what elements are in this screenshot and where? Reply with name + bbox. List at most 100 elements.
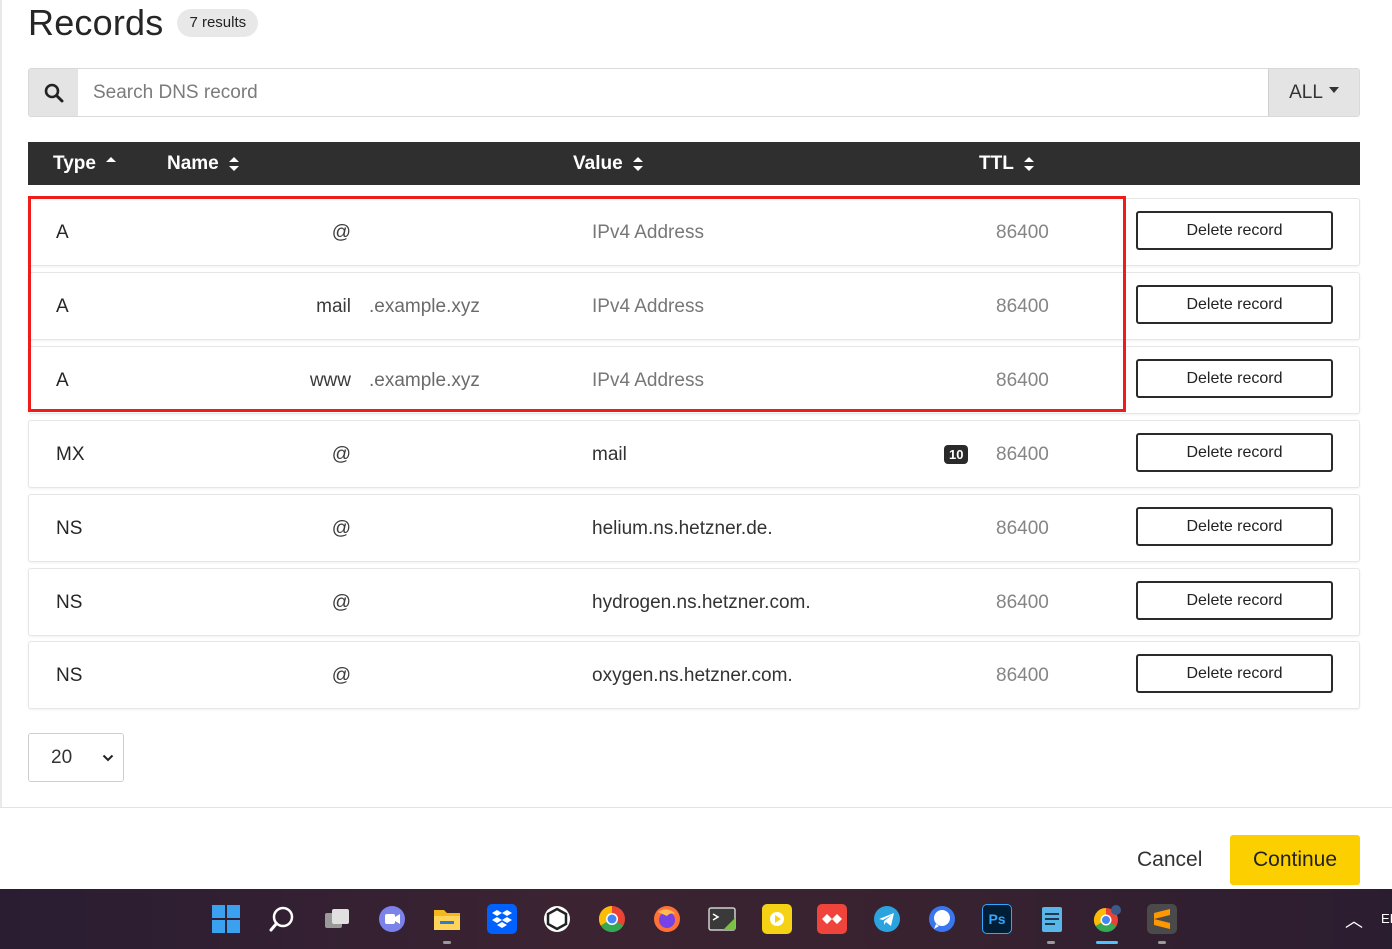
caret-down-icon [1328, 86, 1339, 93]
record-value[interactable]: IPv4 Address [592, 296, 704, 318]
per-page-select[interactable]: 20 [28, 733, 124, 782]
column-header-ttl[interactable]: TTL [979, 153, 1035, 175]
sort-icon [1023, 157, 1034, 171]
unity-hub-icon[interactable] [542, 904, 572, 934]
column-label: Value [573, 153, 623, 174]
delete-record-button[interactable]: Delete record [1136, 359, 1333, 398]
sublime-text-icon[interactable] [1147, 904, 1177, 934]
table-row: MX @ mail 10 86400 Delete record [28, 420, 1360, 488]
continue-button[interactable]: Continue [1230, 835, 1360, 885]
delete-record-button[interactable]: Delete record [1136, 285, 1333, 324]
search-button[interactable] [29, 69, 78, 116]
record-value[interactable]: oxygen.ns.hetzner.com. [592, 665, 793, 687]
search-icon [44, 83, 63, 102]
page-border [0, 0, 2, 808]
delete-record-button[interactable]: Delete record [1136, 211, 1333, 250]
tray-language-indicator[interactable]: EI [1381, 911, 1392, 926]
chrome-icon[interactable] [597, 904, 627, 934]
record-name[interactable]: @ [332, 222, 351, 244]
firefox-icon[interactable] [652, 904, 682, 934]
notepad-icon[interactable] [1037, 904, 1067, 934]
file-explorer-icon[interactable] [432, 904, 462, 934]
record-value[interactable]: mail [592, 444, 627, 466]
record-type: A [56, 222, 69, 243]
priority-badge: 10 [944, 445, 969, 464]
domain-suffix: .example.xyz [369, 370, 480, 391]
search-icon[interactable] [267, 904, 297, 934]
column-header-type[interactable]: Type [53, 153, 117, 175]
record-name[interactable]: @ [332, 665, 351, 687]
search-input[interactable] [78, 69, 1268, 116]
anydesk-icon[interactable] [817, 904, 847, 934]
record-value[interactable]: IPv4 Address [592, 222, 704, 244]
table-row: A mail .example.xyz IPv4 Address 86400 D… [28, 272, 1360, 340]
records-heading: Records 7 results [28, 2, 259, 44]
record-ttl[interactable]: 86400 [996, 444, 1049, 466]
delete-record-button[interactable]: Delete record [1136, 654, 1333, 693]
table-header: Type Name Value TTL [28, 142, 1360, 185]
running-indicator [443, 941, 451, 944]
table-row: A @ IPv4 Address 86400 Delete record [28, 198, 1360, 266]
photoshop-icon[interactable]: Ps [982, 904, 1012, 934]
delete-record-button[interactable]: Delete record [1136, 581, 1333, 620]
filter-label: ALL [1289, 81, 1323, 103]
column-header-name[interactable]: Name [167, 153, 240, 175]
record-ttl[interactable]: 86400 [996, 592, 1049, 614]
table-row: A www .example.xyz IPv4 Address 86400 De… [28, 346, 1360, 414]
record-value[interactable]: hydrogen.ns.hetzner.com. [592, 592, 811, 614]
record-type: MX [56, 444, 85, 465]
table-row: NS @ hydrogen.ns.hetzner.com. 86400 Dele… [28, 568, 1360, 636]
record-type: NS [56, 592, 83, 613]
sort-ascending-icon [105, 157, 116, 162]
column-label: TTL [979, 153, 1014, 174]
windows-start-icon[interactable] [211, 904, 241, 934]
sort-icon [632, 157, 643, 171]
table-row: NS @ oxygen.ns.hetzner.com. 86400 Delete… [28, 641, 1360, 709]
record-type: NS [56, 665, 83, 686]
domain-suffix: .example.xyz [369, 296, 480, 317]
record-ttl[interactable]: 86400 [996, 296, 1049, 318]
results-count-badge: 7 results [177, 9, 259, 37]
record-ttl[interactable]: 86400 [996, 665, 1049, 687]
record-type: NS [56, 518, 83, 539]
teams-chat-icon[interactable] [377, 904, 407, 934]
record-name[interactable]: @ [332, 444, 351, 466]
column-label: Name [167, 153, 219, 174]
record-name[interactable]: www [310, 370, 351, 392]
cancel-button[interactable]: Cancel [1137, 848, 1202, 872]
windows-taskbar: Ps ︿ EI [0, 889, 1392, 949]
column-label: Type [53, 153, 96, 174]
record-ttl[interactable]: 86400 [996, 518, 1049, 540]
record-ttl[interactable]: 86400 [996, 370, 1049, 392]
show-hidden-icons-chevron-icon[interactable]: ︿ [1345, 907, 1363, 933]
record-value[interactable]: IPv4 Address [592, 370, 704, 392]
delete-record-button[interactable]: Delete record [1136, 433, 1333, 472]
page-title: Records [28, 2, 164, 43]
running-indicator [1158, 941, 1166, 944]
snipping-tool-icon[interactable] [707, 904, 737, 934]
search-bar: ALL [28, 68, 1360, 117]
sort-icon [228, 157, 239, 171]
record-name[interactable]: mail [316, 296, 351, 318]
record-name[interactable]: @ [332, 518, 351, 540]
footer-divider [0, 807, 1392, 808]
telegram-icon[interactable] [872, 904, 902, 934]
record-ttl[interactable]: 86400 [996, 222, 1049, 244]
record-type: A [56, 370, 69, 391]
active-app-indicator [1096, 941, 1118, 944]
task-view-icon[interactable] [322, 904, 352, 934]
delete-record-button[interactable]: Delete record [1136, 507, 1333, 546]
column-header-value[interactable]: Value [573, 153, 644, 175]
running-indicator [1047, 941, 1055, 944]
record-name[interactable]: @ [332, 592, 351, 614]
chevron-down-icon [102, 754, 114, 762]
signal-icon[interactable] [927, 904, 957, 934]
record-type-filter-dropdown[interactable]: ALL [1268, 69, 1359, 116]
dropbox-icon[interactable] [487, 904, 517, 934]
chrome-profile-icon[interactable] [1092, 904, 1122, 934]
potplayer-icon[interactable] [762, 904, 792, 934]
record-value[interactable]: helium.ns.hetzner.de. [592, 518, 773, 540]
per-page-value: 20 [51, 746, 73, 768]
record-type: A [56, 296, 69, 317]
table-row: NS @ helium.ns.hetzner.de. 86400 Delete … [28, 494, 1360, 562]
